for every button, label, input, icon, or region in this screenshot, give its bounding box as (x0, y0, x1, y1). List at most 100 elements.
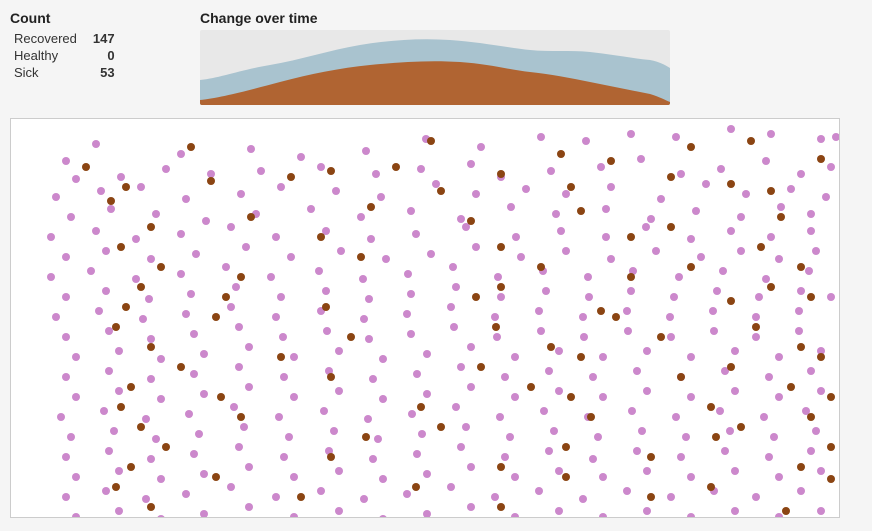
dot (200, 350, 208, 358)
dot (152, 210, 160, 218)
dot (427, 250, 435, 258)
dot (717, 165, 725, 173)
dot (805, 267, 813, 275)
dot (52, 193, 60, 201)
dot (275, 413, 283, 421)
dot (87, 267, 95, 275)
dot (765, 453, 773, 461)
dot (337, 247, 345, 255)
dot (752, 323, 760, 331)
dot (657, 333, 665, 341)
dot (404, 270, 412, 278)
dot (579, 313, 587, 321)
dot (235, 323, 243, 331)
dot (797, 287, 805, 295)
dot (719, 267, 727, 275)
dot (817, 135, 825, 143)
dot (727, 227, 735, 235)
dot (147, 343, 155, 351)
dot (747, 137, 755, 145)
dot (812, 427, 820, 435)
dot (52, 313, 60, 321)
dot (752, 333, 760, 341)
dot (775, 255, 783, 263)
dot (222, 263, 230, 271)
dot (322, 287, 330, 295)
dot (709, 307, 717, 315)
dot (147, 335, 155, 343)
dot (290, 513, 298, 518)
dot (67, 433, 75, 441)
dot (279, 333, 287, 341)
dot (227, 303, 235, 311)
dot (157, 355, 165, 363)
dot (602, 205, 610, 213)
dot (117, 403, 125, 411)
dot (117, 173, 125, 181)
dot (643, 387, 651, 395)
dot (557, 227, 565, 235)
dot (807, 413, 815, 421)
dot (360, 495, 368, 503)
dot (245, 503, 253, 511)
dot (627, 233, 635, 241)
dot (62, 493, 70, 501)
dot (497, 170, 505, 178)
dot (672, 413, 680, 421)
dot (797, 343, 805, 351)
dot (152, 435, 160, 443)
dot (212, 473, 220, 481)
dot (297, 493, 305, 501)
dot (687, 235, 695, 243)
dot (105, 367, 113, 375)
dot (497, 293, 505, 301)
dot (447, 483, 455, 491)
dot (237, 273, 245, 281)
dot (447, 303, 455, 311)
dot (643, 467, 651, 475)
dot (517, 253, 525, 261)
dot (767, 130, 775, 138)
dot (290, 353, 298, 361)
dot (731, 387, 739, 395)
dot (362, 433, 370, 441)
dot (493, 333, 501, 341)
dot (579, 495, 587, 503)
dot (672, 133, 680, 141)
dot (687, 393, 695, 401)
dot (675, 273, 683, 281)
dot (607, 157, 615, 165)
dot (247, 213, 255, 221)
dot (192, 250, 200, 258)
dot (105, 447, 113, 455)
dot (797, 463, 805, 471)
dot (457, 363, 465, 371)
dot (511, 353, 519, 361)
dot (187, 143, 195, 151)
dot (623, 487, 631, 495)
dot (142, 415, 150, 423)
dot (727, 125, 735, 133)
dot (594, 433, 602, 441)
dot (449, 263, 457, 271)
dot (643, 507, 651, 515)
dot (540, 407, 548, 415)
dot (807, 367, 815, 375)
dot (477, 143, 485, 151)
dot (242, 243, 250, 251)
dot (423, 470, 431, 478)
dot (115, 387, 123, 395)
dot (112, 483, 120, 491)
dot (100, 407, 108, 415)
dot (597, 307, 605, 315)
dot (775, 513, 783, 518)
dot (423, 350, 431, 358)
dot (122, 303, 130, 311)
dot (115, 467, 123, 475)
dot (652, 247, 660, 255)
dot (72, 393, 80, 401)
dot (407, 290, 415, 298)
dot (437, 423, 445, 431)
dot (72, 473, 80, 481)
dot (647, 453, 655, 461)
